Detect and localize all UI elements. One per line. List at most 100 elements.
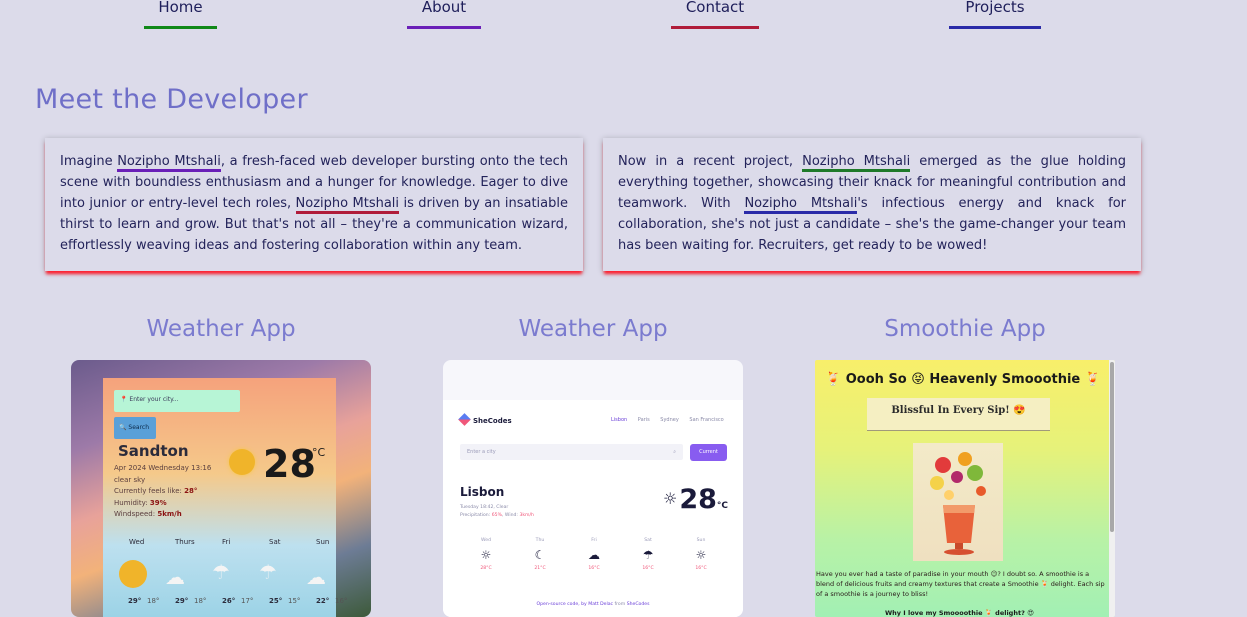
developer-name: Nozipho Mtshali xyxy=(295,196,400,214)
forecast-day: Fri ☁ 16°C xyxy=(579,538,609,571)
scrollbar-thumb[interactable] xyxy=(1110,362,1114,532)
brand-logo: SheCodes xyxy=(458,413,512,426)
forecast-high: 22° xyxy=(316,597,330,605)
humidity: Humidity: 39% xyxy=(114,498,211,510)
developer-name: Nozipho Mtshali xyxy=(802,154,911,172)
forecast-low: 18° xyxy=(147,597,160,605)
humidity-label: Humidity: xyxy=(114,498,150,507)
forecast-day: Sat ☂ 16°C xyxy=(633,538,663,571)
nav-contact-link[interactable]: Contact xyxy=(671,0,759,17)
forecast-temp: 21°C xyxy=(534,566,546,571)
temperature-unit: °C xyxy=(716,501,729,511)
smoothie-glass-illustration xyxy=(930,452,986,555)
city-name: Lisbon xyxy=(460,485,505,499)
precip-value: 65% xyxy=(491,513,502,518)
project-thumbnail-weather-1[interactable]: 📍 Enter your city... 🔍 Search Sandton Ap… xyxy=(71,360,371,617)
forecast-high: 25° xyxy=(269,597,283,605)
forecast-day: Wed xyxy=(129,538,145,546)
city-name: Sandton xyxy=(118,442,189,460)
nav-about-link[interactable]: About xyxy=(407,0,481,17)
wind-value: 5km/h xyxy=(157,510,182,518)
condition-text: clear sky xyxy=(114,475,146,484)
humidity-value: 39% xyxy=(149,498,167,507)
bio-text: Imagine xyxy=(60,154,118,169)
bio-text-left: Imagine Nozipho Mtshali, a fresh-faced w… xyxy=(60,151,568,256)
forecast-high: 29° xyxy=(175,597,189,605)
forecast-day-label: Sat xyxy=(644,538,652,543)
footer-author: Matt Delac xyxy=(588,602,614,607)
project-thumbnail-smoothie[interactable]: 🍹 Oooh So 😝 Heavenly Smooothie 🍹 Blissfu… xyxy=(815,360,1115,617)
date-text: Apr 2024 Wednesday 13:16 xyxy=(114,464,212,472)
cloud-icon: ☁ xyxy=(306,565,326,589)
forecast-temp: 16°C xyxy=(588,566,600,571)
smoothie-tagline: Blissful In Every Sip! 😍 xyxy=(867,398,1050,431)
smoothie-heading: 🍹 Oooh So 😝 Heavenly Smooothie 🍹 xyxy=(825,372,1101,387)
sun-cloud-icon: ☼ xyxy=(695,548,707,562)
cloud-icon: ☁ xyxy=(165,565,185,589)
wind-value: 3km/h xyxy=(519,513,534,518)
temperature: 28 xyxy=(679,484,717,515)
footer-text: from xyxy=(613,602,627,607)
weather-details: Tuesday 18:42, Clear Precipitation: 65%,… xyxy=(460,504,534,520)
project-title-weather-1: Weather App xyxy=(146,316,296,342)
forecast-temp: 28°C xyxy=(480,566,492,571)
smoothie-description: Have you ever had a taste of paradise in… xyxy=(816,570,1105,598)
nav-about-underline xyxy=(407,26,481,29)
feels-value: 28° xyxy=(184,487,198,495)
forecast-day: Thu ☾ 21°C xyxy=(525,538,555,571)
forecast-day-label: Fri xyxy=(591,538,597,543)
temperature-unit: °C xyxy=(312,446,326,459)
sun-icon xyxy=(229,449,255,475)
forecast-low: 18° xyxy=(194,597,207,605)
city-link: Paris xyxy=(637,417,650,423)
nav-home-link[interactable]: Home xyxy=(144,0,217,17)
cloud-icon: ☁ xyxy=(588,548,600,562)
section-title: Meet the Developer xyxy=(35,84,308,115)
wind-label: , Wind: xyxy=(501,513,520,518)
temperature: 28 xyxy=(263,442,316,486)
rain-cloud-icon: ☂ xyxy=(212,560,230,584)
project-thumbnail-weather-2[interactable]: SheCodes Lisbon Paris Sydney San Francis… xyxy=(443,360,743,617)
footer-text: Open-source code, by xyxy=(536,602,589,607)
forecast-low: 15° xyxy=(288,597,301,605)
forecast-day: Sun ☼ 16°C xyxy=(686,538,716,571)
sun-icon: ☼ xyxy=(480,548,492,562)
current-location-button: Current xyxy=(690,444,727,461)
search-button-label: Search xyxy=(128,424,150,431)
forecast-day-label: Sun xyxy=(696,538,706,543)
feels-like: Currently feels like: 28° xyxy=(114,486,211,498)
rain-icon: ☂ xyxy=(642,548,654,562)
nav-contact-underline xyxy=(671,26,759,29)
forecast-day: Wed ☼ 28°C xyxy=(471,538,501,571)
search-icon: 🔍 xyxy=(119,424,127,431)
temperature-block: ☼28°C xyxy=(663,484,728,515)
scrollbar[interactable] xyxy=(1109,360,1115,617)
bio-card-left: Imagine Nozipho Mtshali, a fresh-faced w… xyxy=(45,138,583,271)
city-link: Sydney xyxy=(660,417,679,423)
precip-label: Precipitation: xyxy=(460,513,492,518)
forecast-high: 26° xyxy=(222,597,236,605)
city-links: Lisbon Paris Sydney San Francisco xyxy=(611,417,733,423)
feels-label: Currently feels like: xyxy=(114,487,185,495)
sun-icon: ☼ xyxy=(663,489,678,508)
forecast-temp: 16°C xyxy=(642,566,654,571)
search-icon: ⌕ xyxy=(673,449,676,455)
date-text: Tuesday 18:42, Clear xyxy=(460,505,509,510)
moon-icon: ☾ xyxy=(534,548,546,562)
weather-details: Apr 2024 Wednesday 13:16 clear sky Curre… xyxy=(114,463,211,521)
bio-card-right: Now in a recent project, Nozipho Mtshali… xyxy=(603,138,1141,271)
smoothie-subheading: Why I love my Smoooothie 🍹 delight? 😍 xyxy=(885,609,1034,617)
pin-icon: 📍 xyxy=(120,396,128,403)
windspeed: Windspeed: 5km/h xyxy=(114,509,211,521)
developer-name: Nozipho Mtshali xyxy=(744,196,858,214)
forecast-day: Thurs xyxy=(175,538,195,546)
search-button: 🔍 Search xyxy=(114,417,156,439)
project-title-weather-2: Weather App xyxy=(518,316,668,342)
city-search-input: 📍 Enter your city... xyxy=(114,390,240,412)
forecast-low: 16° xyxy=(335,597,348,605)
forecast-low: 17° xyxy=(241,597,254,605)
sun-icon xyxy=(119,560,147,588)
precip-wind: Precipitation: 65%, Wind: 3km/h xyxy=(460,512,534,520)
search-placeholder: Enter a city xyxy=(467,449,496,455)
nav-projects-link[interactable]: Projects xyxy=(949,0,1041,17)
